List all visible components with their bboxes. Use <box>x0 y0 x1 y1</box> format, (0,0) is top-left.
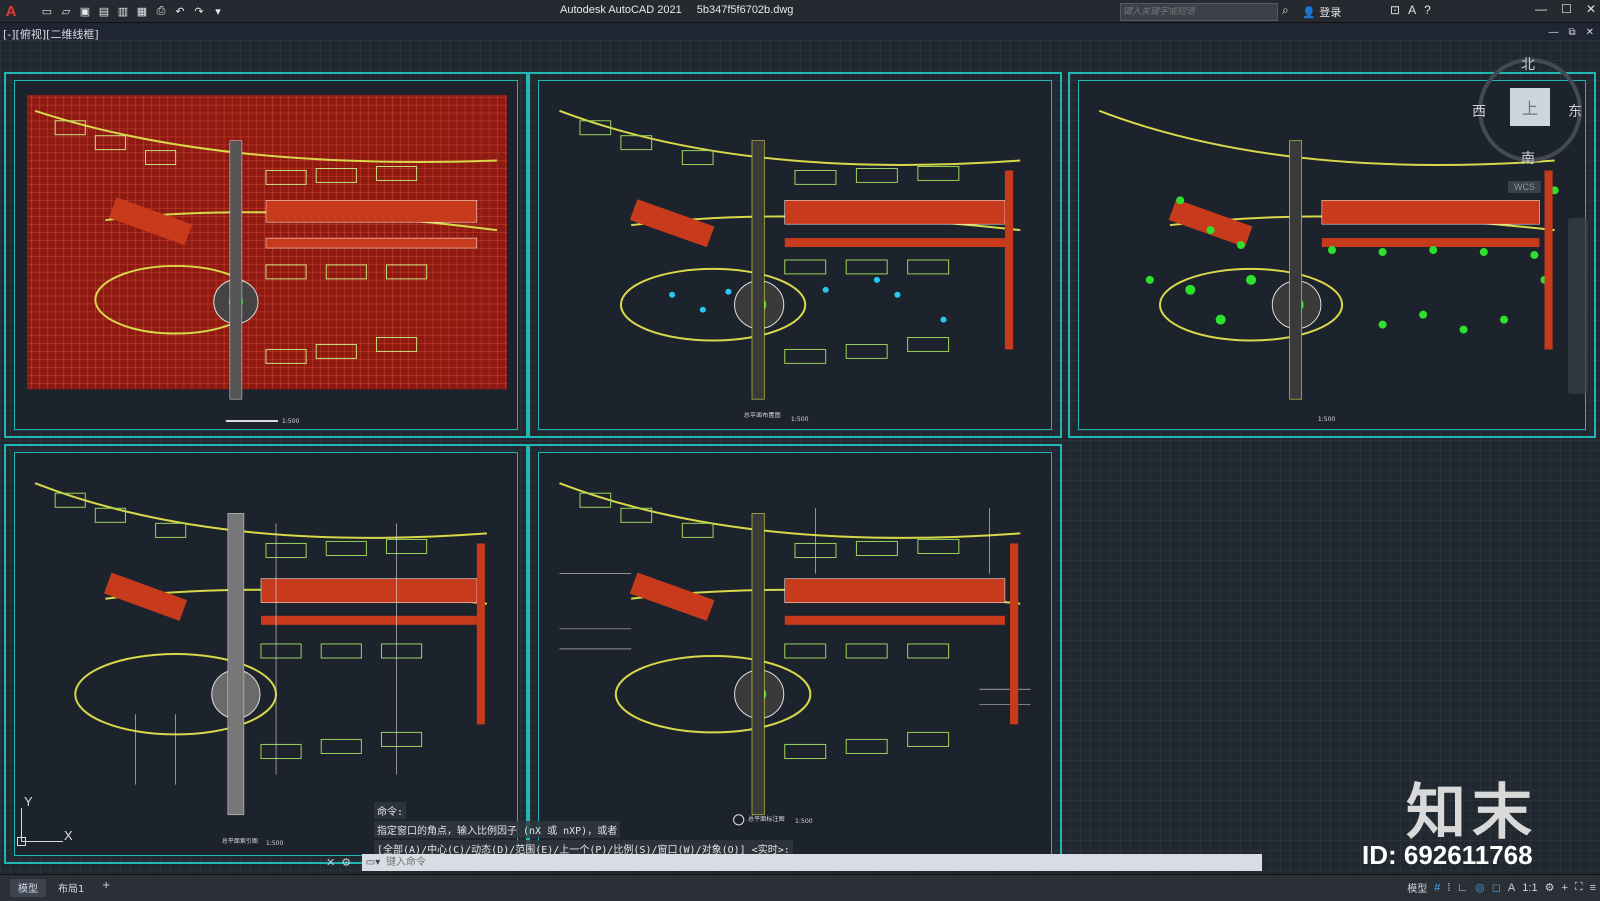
plus-icon[interactable]: + <box>1561 882 1567 894</box>
publish-icon[interactable]: ▥ <box>116 4 130 18</box>
ucs-x-label: X <box>64 828 73 843</box>
title-bar: A ▭ ▱ ▣ ▤ ▥ ▦ ⎙ ↶ ↷ ▾ Autodesk AutoCAD 2… <box>0 0 1600 23</box>
login-button[interactable]: 👤 登录 <box>1302 4 1341 20</box>
close-icon[interactable]: ✕ <box>1586 2 1596 16</box>
minimize-icon[interactable]: — <box>1535 2 1547 16</box>
paving-plan-drawing: 总平面索引图 1:500 <box>34 482 487 847</box>
ucs-icon: Y X <box>16 794 86 854</box>
print-icon[interactable]: ⎙ <box>154 4 168 18</box>
file-name: 5b347f5f6702b.dwg <box>696 4 794 16</box>
document-window-controls: — ⧉ ✕ <box>1548 27 1594 38</box>
model-space-toggle[interactable]: 模型 <box>1407 880 1427 895</box>
polar-icon[interactable]: ◎ <box>1475 881 1485 894</box>
doc-restore-icon[interactable]: ⧉ <box>1568 27 1575 38</box>
help-search-box[interactable] <box>1120 3 1278 21</box>
sheet-index-plan: 总平面标注图 1:500 <box>528 444 1062 864</box>
open-folder-icon[interactable]: ▱ <box>59 4 73 18</box>
ortho-icon[interactable]: ∟ <box>1457 882 1468 894</box>
watermark-brand: 知末 <box>1406 778 1538 848</box>
command-history-line: 指定窗口的角点，输入比例因子 (nX 或 nXP)，或者 <box>374 821 621 838</box>
help-search-input[interactable] <box>1121 6 1273 18</box>
index-plan-drawing: 总平面标注图 1:500 <box>559 482 1031 826</box>
autocad-logo-icon[interactable]: A <box>0 0 22 22</box>
customize-menu-icon[interactable]: ≡ <box>1590 882 1596 894</box>
layout-tabs-bar: 模型 布局1 + 模型 # ⁞ ∟ ◎ ◻ A 1:1 ⚙ + ⛶ ≡ <box>0 874 1600 901</box>
cart-icon[interactable]: ⊡ <box>1390 3 1400 17</box>
grid-icon[interactable]: # <box>1434 882 1440 894</box>
tab-model[interactable]: 模型 <box>10 879 46 897</box>
doc-close-icon[interactable]: ✕ <box>1586 27 1594 38</box>
command-prompt-icon[interactable]: ▭▾ <box>362 857 384 868</box>
sheet-lighting-plan: 总平面布置图 1:500 <box>528 72 1062 438</box>
quick-access-toolbar: ▭ ▱ ▣ ▤ ▥ ▦ ⎙ ↶ ↷ ▾ <box>40 4 225 18</box>
help-icon[interactable]: ? <box>1424 3 1431 17</box>
user-icon: 👤 <box>1302 6 1316 19</box>
sheet-grid-plan: 1:500 <box>4 72 528 438</box>
redo-icon[interactable]: ↷ <box>192 4 206 18</box>
annotation-scale[interactable]: 1:1 <box>1522 882 1537 894</box>
viewcube-west[interactable]: 西 <box>1472 101 1486 121</box>
fullscreen-icon[interactable]: ⛶ <box>1575 881 1583 894</box>
command-history-line: 命令: <box>374 802 407 819</box>
customize-wrench-icon[interactable]: ⚙ <box>341 856 351 869</box>
settings-gear-icon[interactable]: ⚙ <box>1545 881 1555 894</box>
watermark-id: ID: 692611768 <box>1362 840 1533 870</box>
ucs-origin <box>17 837 26 846</box>
snap-icon[interactable]: ⁞ <box>1447 882 1450 894</box>
viewcube-top-face[interactable]: 上 <box>1510 88 1550 126</box>
command-line: ✕ ⚙ ▭▾ <box>326 853 1274 871</box>
osnap-icon[interactable]: ◻ <box>1492 881 1501 894</box>
right-toolbar: ⊡ A ? <box>1390 3 1431 17</box>
drawing-canvas[interactable]: 1:500 总平面布置图 1:500 1:500 总平面索引图 1:500 总平… <box>0 40 1600 874</box>
viewcube-north[interactable]: 北 <box>1521 54 1535 74</box>
command-history: 命令: 指定窗口的角点，输入比例因子 (nX 或 nXP)，或者 [全部(A)/… <box>374 802 1274 859</box>
login-label: 登录 <box>1319 6 1342 19</box>
viewcube-south[interactable]: 南 <box>1521 148 1535 168</box>
autodesk-app-icon[interactable]: A <box>1408 3 1416 17</box>
undo-icon[interactable]: ↶ <box>173 4 187 18</box>
new-file-icon[interactable]: ▭ <box>40 4 54 18</box>
tab-add[interactable]: + <box>94 879 118 897</box>
tab-layout1[interactable]: 布局1 <box>50 879 92 897</box>
sheet-paving-scale: 1:500 <box>266 840 284 847</box>
window-controls: — ☐ ✕ <box>1535 2 1596 16</box>
app-title: Autodesk AutoCAD 2021 <box>560 4 682 16</box>
ucs-x-axis <box>21 841 63 842</box>
sheet-lighting-scale: 1:500 <box>791 416 809 423</box>
save-as-icon[interactable]: ▤ <box>97 4 111 18</box>
wcs-menu[interactable]: WCS <box>1508 181 1541 193</box>
close-command-line-icon[interactable]: ✕ <box>326 856 335 869</box>
sheet-paving-label: 总平面索引图 <box>222 837 258 845</box>
annotation-icon[interactable]: A <box>1508 882 1515 894</box>
status-bar: 模型 # ⁞ ∟ ◎ ◻ A 1:1 ⚙ + ⛶ ≡ <box>1407 880 1596 895</box>
grid-plan-drawing: 1:500 <box>27 94 507 425</box>
save-icon[interactable]: ▣ <box>78 4 92 18</box>
chevron-down-icon[interactable]: ▾ <box>211 4 225 18</box>
search-icon[interactable]: ⌕ <box>1282 3 1289 18</box>
window-title: Autodesk AutoCAD 2021 5b347f5f6702b.dwg <box>560 4 805 16</box>
sheet-lighting-label: 总平面布置图 <box>744 411 781 419</box>
navigation-bar[interactable] <box>1568 218 1588 394</box>
doc-minimize-icon[interactable]: — <box>1548 27 1558 38</box>
plot-preview-icon[interactable]: ▦ <box>135 4 149 18</box>
command-input[interactable] <box>384 855 1248 869</box>
sheet-planting-scale: 1:500 <box>1318 416 1336 423</box>
viewcube-east[interactable]: 东 <box>1568 101 1582 121</box>
sheet-grid-scale: 1:500 <box>282 418 300 425</box>
lighting-plan-drawing: 总平面布置图 1:500 <box>559 109 1021 423</box>
maximize-icon[interactable]: ☐ <box>1561 2 1572 16</box>
ucs-y-label: Y <box>24 794 33 809</box>
